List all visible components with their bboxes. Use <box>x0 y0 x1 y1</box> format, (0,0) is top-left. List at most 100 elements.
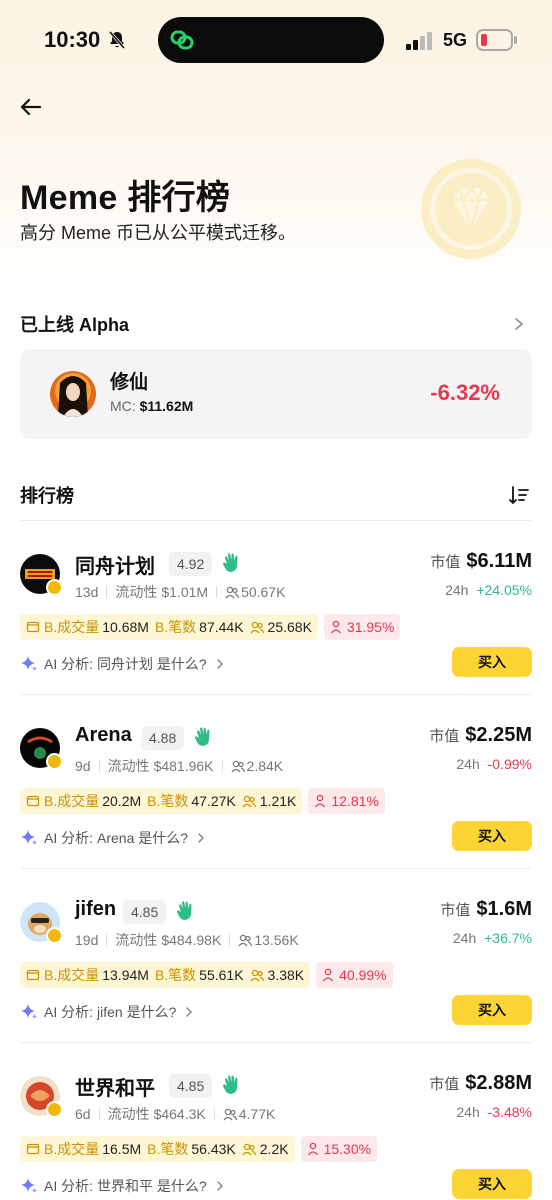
people-icon <box>231 760 245 773</box>
change-value: +36.7% <box>484 930 532 946</box>
verified-badge-icon <box>46 753 63 770</box>
holders-value: 4.77K <box>238 1106 276 1122</box>
liquidity-value: $1.01M <box>161 584 209 600</box>
trades-label: B.笔数 <box>147 793 189 809</box>
back-button[interactable] <box>14 92 46 122</box>
buy-button[interactable]: 买入 <box>452 647 532 677</box>
volume-label: B.成交量 <box>44 793 100 809</box>
trades-value: 56.43K <box>191 1141 236 1157</box>
coin-row[interactable]: jifen 4.85 19d 流动性 $484.98K 13.56K 市值 $1… <box>0 870 552 1042</box>
ai-prefix: AI 分析: <box>44 830 94 846</box>
alpha-change: -6.32% <box>430 380 500 405</box>
ranking-section-header: 排行榜 <box>20 480 532 510</box>
wallet-icon <box>26 969 40 981</box>
chevron-right-icon <box>186 1007 193 1017</box>
price-change: 24h +36.7% <box>453 930 532 946</box>
mc-label: 市值 <box>430 554 461 571</box>
coin-row[interactable]: Arena 4.88 9d 流动性 $481.96K 2.84K 市值 $2.2… <box>0 696 552 868</box>
divider <box>20 1042 532 1043</box>
volume-value: 16.5M <box>102 1141 142 1157</box>
period-label: 24h <box>456 756 480 772</box>
person-icon <box>323 968 334 982</box>
buy-button[interactable]: 买入 <box>452 1169 532 1199</box>
traders-value: 2.2K <box>259 1141 289 1157</box>
wave-hand-icon <box>223 553 238 572</box>
wave-hand-icon <box>195 727 210 746</box>
mc-value: $2.25M <box>465 724 532 746</box>
volume-value: 20.2M <box>102 793 142 809</box>
divider <box>98 760 100 772</box>
page-subtitle: 高分 Meme 币已从公平模式迁移。 <box>20 223 297 243</box>
mc-value: $1.6M <box>476 898 532 920</box>
divider <box>213 1108 215 1120</box>
coin-row[interactable]: 世界和平 4.85 6d 流动性 $464.3K 4.77K 市值 $2.88M… <box>0 1044 552 1200</box>
status-bar: 10:30 5G <box>0 0 552 82</box>
mc-label: 市值 <box>429 728 460 745</box>
chevron-right-icon <box>216 1181 223 1191</box>
alpha-market-cap: MC: $11.62M <box>110 398 193 414</box>
alpha-card[interactable]: 修仙 MC: $11.62M -6.32% <box>20 349 532 439</box>
page-title: Meme 排行榜 <box>20 179 231 217</box>
alpha-section-title: 已上线 Alpha <box>20 315 130 335</box>
status-time: 10:30 <box>44 27 101 52</box>
dynamic-island <box>158 17 384 63</box>
period-label: 24h <box>456 1104 480 1120</box>
volume-label: B.成交量 <box>44 967 100 983</box>
verified-badge-icon <box>46 1101 63 1118</box>
change-value: -0.99% <box>487 756 532 772</box>
avatar <box>50 371 96 417</box>
verified-badge-icon <box>46 579 63 596</box>
battery-icon <box>476 29 517 51</box>
ai-analysis-link[interactable]: AI 分析: jifen 是什么? <box>20 1002 194 1022</box>
link-icon <box>170 30 194 50</box>
volume-label: B.成交量 <box>44 619 100 635</box>
divider <box>216 586 218 598</box>
alpha-section-header[interactable]: 已上线 Alpha <box>20 309 532 339</box>
people-icon <box>225 586 240 599</box>
price-change: 24h -3.48% <box>456 1104 532 1120</box>
coin-meta: 19d 流动性 $484.98K 13.56K <box>75 930 299 950</box>
chevron-right-icon <box>198 833 205 843</box>
percent-value: 12.81% <box>331 793 379 809</box>
ai-analysis-link[interactable]: AI 分析: Arena 是什么? <box>20 828 206 848</box>
wallet-icon <box>26 1143 40 1155</box>
liquidity-label: 流动性 <box>107 1106 150 1122</box>
trades-value: 47.27K <box>191 793 236 809</box>
percent-value: 15.30% <box>323 1141 372 1157</box>
ai-analysis-link[interactable]: AI 分析: 世界和平 是什么? <box>20 1176 225 1196</box>
chevron-right-icon <box>216 659 223 669</box>
price-change: 24h +24.05% <box>445 582 532 598</box>
buy-button[interactable]: 买入 <box>452 821 532 851</box>
wave-hand-icon <box>177 901 192 920</box>
traders-value: 25.68K <box>267 619 312 635</box>
mc-label: 市值 <box>440 902 471 919</box>
wallet-icon <box>26 795 40 807</box>
divider <box>20 694 532 695</box>
coin-age: 13d <box>75 584 99 600</box>
sparkle-icon <box>21 1004 37 1019</box>
stats-chip: B.成交量 20.2M B.笔数 47.27K 1.21K <box>20 788 303 814</box>
price-change: 24h -0.99% <box>456 756 532 772</box>
liquidity-label: 流动性 <box>115 932 158 948</box>
period-label: 24h <box>452 930 477 946</box>
trades-label: B.笔数 <box>147 1141 189 1157</box>
wave-hand-icon <box>223 1075 238 1094</box>
chevron-right-icon <box>515 318 524 330</box>
coin-row[interactable]: 同舟计划 4.92 13d 流动性 $1.01M 50.67K 市值 $6.11… <box>0 522 552 694</box>
people-icon <box>242 1143 256 1156</box>
mc-value: $2.88M <box>465 1072 532 1094</box>
volume-label: B.成交量 <box>44 1141 100 1157</box>
coin-age: 6d <box>75 1106 91 1122</box>
liquidity-value: $464.3K <box>153 1106 206 1122</box>
buy-button[interactable]: 买入 <box>452 995 532 1025</box>
signal-icon <box>406 32 432 50</box>
percent-chip: 15.30% <box>300 1136 378 1162</box>
divider <box>106 586 108 598</box>
ai-analysis-link[interactable]: AI 分析: 同舟计划 是什么? <box>20 654 225 674</box>
ai-question: Arena 是什么? <box>97 830 189 846</box>
wallet-icon <box>26 621 40 633</box>
coin-name: 世界和平 <box>75 1078 155 1100</box>
percent-value: 31.95% <box>346 619 395 635</box>
sort-icon[interactable] <box>508 484 530 506</box>
coin-age: 19d <box>75 932 99 948</box>
